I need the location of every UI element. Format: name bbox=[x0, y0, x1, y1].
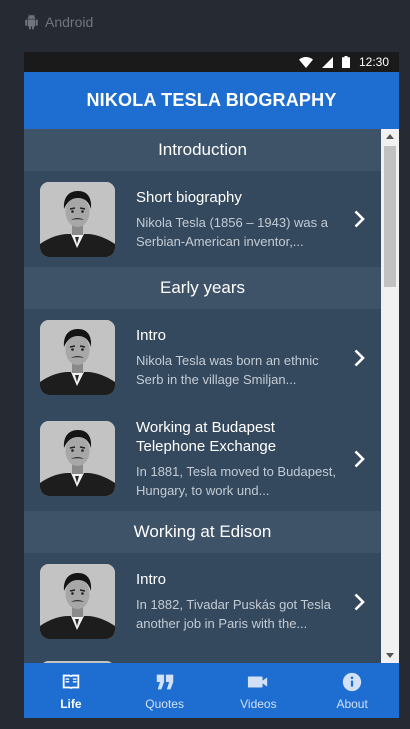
item-chevron bbox=[354, 450, 365, 473]
tab-videos-label: Videos bbox=[240, 696, 277, 711]
tab-about-label: About bbox=[336, 696, 368, 711]
item-chevron bbox=[354, 210, 365, 233]
item-text: Intro In 1882, Tivadar Puskás got Tesla a… bbox=[136, 570, 367, 633]
item-title: Intro bbox=[136, 327, 167, 344]
item-title: Working at Budapest Telephone Exchange bbox=[136, 418, 277, 455]
scrollbar[interactable] bbox=[381, 129, 399, 663]
item-description: Nikola Tesla was born an ethnic Serb in … bbox=[136, 353, 319, 387]
content-area[interactable]: Introduction Short biography Nikola Tesla… bbox=[24, 129, 399, 663]
item-text: Intro Nikola Tesla was born an ethnic Ser… bbox=[136, 326, 367, 389]
list-item[interactable]: Short biography Nikola Tesla (1856 – 1943… bbox=[24, 171, 381, 267]
item-description: Nikola Tesla (1856 – 1943) was a Serbian… bbox=[136, 214, 328, 249]
platform-label-text: Android bbox=[45, 14, 94, 30]
item-text: Short biography Nikola Tesla (1856 – 1943… bbox=[136, 188, 367, 251]
tab-life-label: Life bbox=[60, 696, 82, 711]
item-thumbnail bbox=[40, 320, 115, 395]
wifi-icon bbox=[298, 56, 313, 68]
video-camera-icon bbox=[248, 676, 268, 687]
item-title: Short biography bbox=[136, 188, 242, 206]
tab-videos[interactable]: Videos bbox=[212, 663, 306, 718]
scrollbar-thumb[interactable] bbox=[384, 146, 396, 287]
book-icon bbox=[62, 674, 80, 690]
scroll-up-arrow-icon[interactable] bbox=[386, 134, 394, 139]
app-title: NIKOLA TESLA BIOGRAPHY bbox=[86, 90, 337, 110]
item-thumbnail bbox=[40, 564, 115, 639]
tesla-portrait-image bbox=[40, 564, 115, 639]
info-icon bbox=[342, 672, 362, 691]
status-bar: 12:30 bbox=[24, 52, 399, 72]
tesla-portrait-image bbox=[40, 421, 115, 496]
item-title: Intro bbox=[136, 571, 167, 588]
list-item[interactable]: Working at Budapest Telephone Exchange In… bbox=[24, 406, 381, 511]
tab-life[interactable]: Life bbox=[24, 663, 118, 718]
item-thumbnail bbox=[40, 181, 115, 257]
signal-icon bbox=[321, 56, 333, 68]
tab-quotes-label: Quotes bbox=[145, 696, 184, 711]
quote-icon bbox=[156, 674, 173, 689]
chevron-right-icon bbox=[354, 349, 365, 366]
list-item[interactable]: Intro In 1882, Tivadar Puskás got Tesla a… bbox=[24, 553, 381, 650]
android-icon bbox=[25, 14, 38, 30]
device-screen: 12:30 NIKOLA TESLA BIOGRAPHY Introductio… bbox=[24, 52, 399, 718]
item-text: Working at Budapest Telephone Exchange In… bbox=[136, 418, 367, 500]
list-item[interactable] bbox=[24, 650, 381, 663]
item-chevron bbox=[354, 349, 365, 372]
status-time: 12:30 bbox=[358, 55, 389, 69]
bottom-tab-bar: Life Quotes Videos About bbox=[24, 663, 399, 718]
section-header: Working at Edison bbox=[24, 511, 381, 553]
platform-label: Android bbox=[24, 12, 93, 32]
chevron-right-icon bbox=[354, 450, 365, 467]
chevron-right-icon bbox=[354, 593, 365, 610]
battery-icon bbox=[341, 56, 350, 68]
tab-quotes[interactable]: Quotes bbox=[118, 663, 212, 718]
chapter-list: Introduction Short biography Nikola Tesla… bbox=[24, 129, 381, 663]
chevron-right-icon bbox=[354, 210, 365, 228]
item-description: In 1881, Tesla moved to Budapest, Hungar… bbox=[136, 463, 336, 498]
tesla-portrait-image bbox=[40, 181, 115, 257]
item-description: In 1882, Tivadar Puskás got Tesla anothe… bbox=[136, 597, 331, 631]
section-header: Introduction bbox=[24, 129, 381, 171]
item-thumbnail bbox=[40, 421, 115, 496]
item-chevron bbox=[354, 593, 365, 616]
scroll-down-arrow-icon[interactable] bbox=[386, 653, 394, 658]
list-item[interactable]: Intro Nikola Tesla was born an ethnic Ser… bbox=[24, 309, 381, 406]
tab-about[interactable]: About bbox=[305, 663, 399, 718]
app-bar: NIKOLA TESLA BIOGRAPHY bbox=[24, 72, 399, 129]
section-header: Early years bbox=[24, 267, 381, 309]
tesla-portrait-image bbox=[40, 320, 115, 395]
